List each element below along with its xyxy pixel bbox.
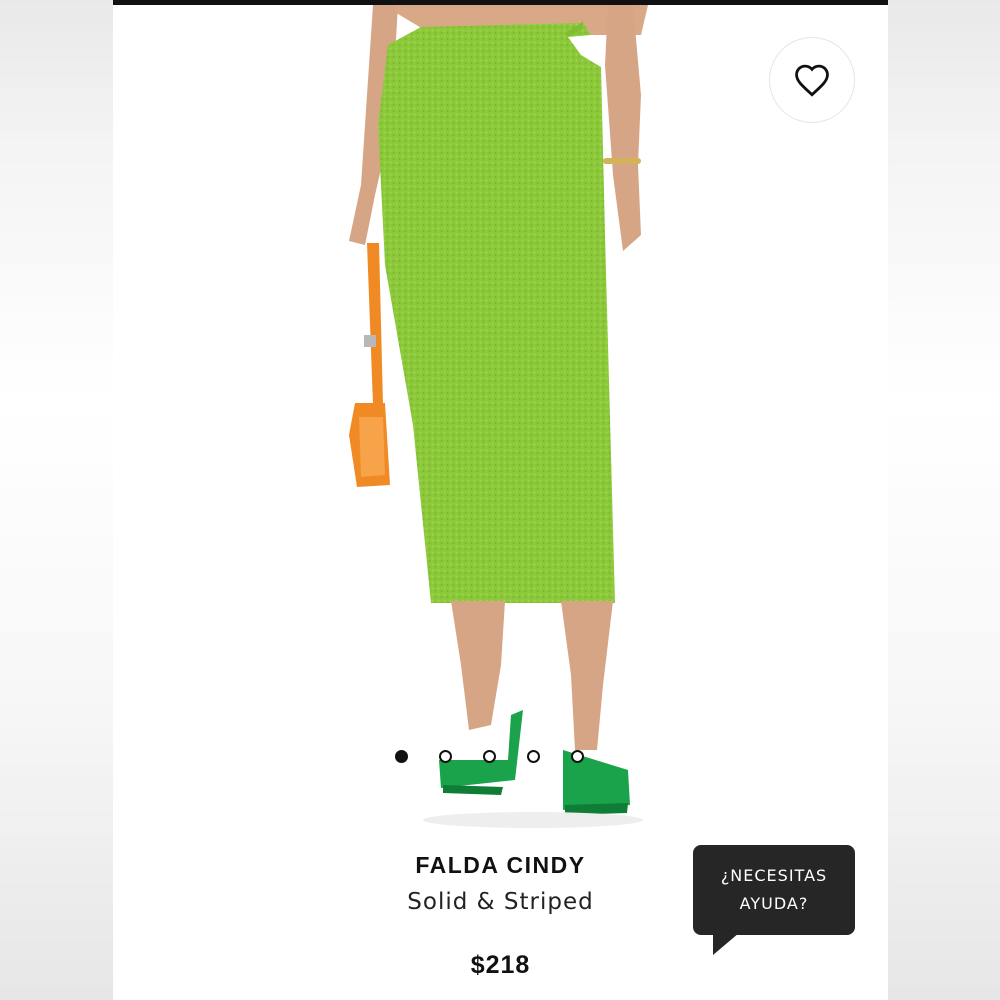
help-line-2: AYUDA? (739, 894, 809, 913)
carousel-dot-3[interactable] (483, 750, 496, 763)
product-image[interactable] (113, 5, 888, 835)
carousel-dot-5[interactable] (571, 750, 584, 763)
product-price: $218 (470, 951, 531, 979)
background-right (888, 0, 1000, 1000)
background-left (0, 0, 113, 1000)
carousel-dot-4[interactable] (527, 750, 540, 763)
image-carousel-dots (395, 750, 584, 763)
help-chat-button[interactable]: ¿NECESITAS AYUDA? (693, 845, 855, 935)
heart-icon (795, 64, 829, 97)
carousel-dot-2[interactable] (439, 750, 452, 763)
help-bubble-tail (713, 933, 739, 955)
product-page: FALDA CINDY Solid & Striped $218 ¿NECESI… (113, 5, 888, 1000)
help-line-1: ¿NECESITAS (720, 866, 828, 885)
carousel-dot-1[interactable] (395, 750, 408, 763)
favorite-button[interactable] (769, 37, 855, 123)
